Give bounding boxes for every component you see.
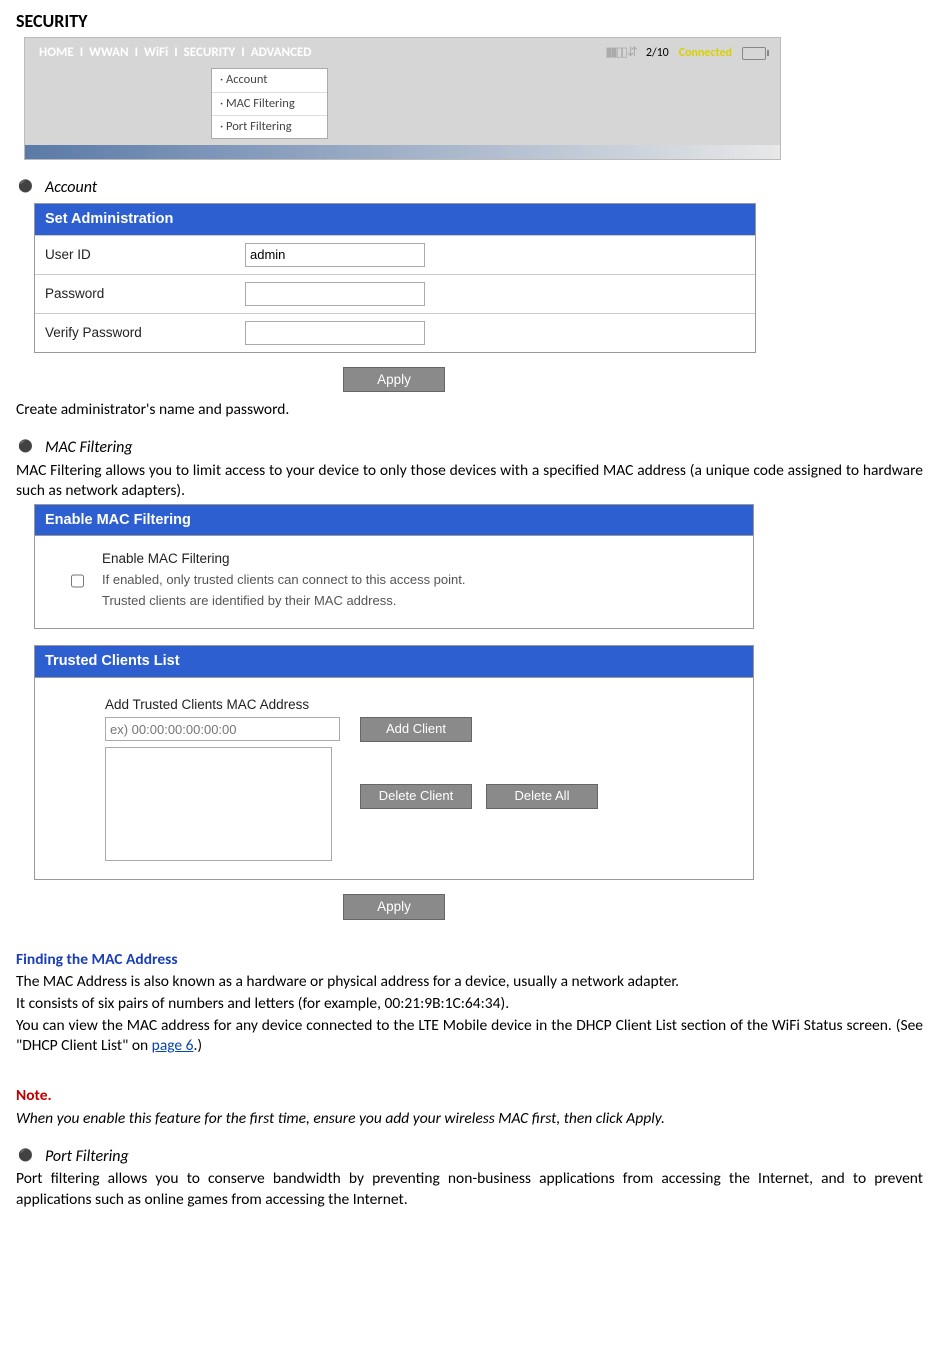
enable-mac-desc2: Trusted clients are identified by their … (102, 593, 466, 610)
verify-password-input[interactable] (245, 321, 425, 345)
page-title: SECURITY (16, 10, 923, 33)
nav-sep: I (80, 45, 83, 62)
mac-address-input[interactable] (105, 717, 340, 741)
password-label: Password (45, 285, 245, 303)
panel-header: Trusted Clients List (34, 645, 754, 678)
panel-header: Set Administration (35, 204, 755, 235)
nav-item-home[interactable]: HOME (39, 45, 74, 62)
apply-button[interactable]: Apply (343, 894, 445, 920)
trusted-clients-listbox[interactable] (105, 747, 332, 861)
nav-item-security[interactable]: SECURITY (184, 45, 236, 62)
nav-item-wifi[interactable]: WiFi (144, 45, 168, 62)
enable-mac-label: Enable MAC Filtering (102, 550, 466, 568)
page-6-link[interactable]: page 6 (152, 1036, 194, 1055)
note-heading: Note. (16, 1086, 923, 1106)
nav-sep: I (241, 45, 244, 62)
nav-sep: I (174, 45, 177, 62)
signal-icon: ▮▮▯▯ ⇵ (605, 45, 635, 62)
delete-all-button[interactable]: Delete All (486, 784, 598, 809)
submenu-port-filtering[interactable]: · Port Filtering (212, 115, 327, 138)
enable-mac-panel: Enable MAC Filtering Enable MAC Filterin… (34, 504, 754, 629)
connection-status: Connected (679, 46, 732, 62)
set-administration-panel: Set Administration User ID Password Veri… (34, 203, 756, 353)
port-body: Port filtering allows you to conserve ba… (16, 1169, 923, 1209)
delete-client-button[interactable]: Delete Client (360, 784, 472, 809)
panel-header: Enable MAC Filtering (34, 504, 754, 537)
submenu-account[interactable]: · Account (212, 69, 327, 91)
account-caption: Create administrator's name and password… (16, 400, 923, 420)
enable-mac-checkbox[interactable] (71, 552, 84, 609)
enable-mac-desc1: If enabled, only trusted clients can con… (102, 572, 466, 589)
submenu-mac-filtering[interactable]: · MAC Filtering (212, 92, 327, 115)
trusted-clients-panel: Trusted Clients List Add Trusted Clients… (34, 645, 754, 880)
security-submenu: · Account · MAC Filtering · Port Filteri… (211, 68, 328, 139)
section-heading-account: Account (16, 178, 923, 199)
user-id-input[interactable] (245, 243, 425, 267)
client-count: 2/10 (646, 46, 669, 62)
battery-icon (742, 47, 766, 60)
add-trusted-label: Add Trusted Clients MAC Address (105, 696, 743, 714)
add-client-button[interactable]: Add Client (360, 717, 472, 742)
verify-password-label: Verify Password (45, 324, 245, 342)
note-body: When you enable this feature for the fir… (16, 1109, 923, 1129)
user-id-label: User ID (45, 246, 245, 264)
find-mac-line1: The MAC Address is also known as a hardw… (16, 972, 923, 992)
apply-button[interactable]: Apply (343, 367, 445, 393)
find-mac-line3: You can view the MAC address for any dev… (16, 1016, 923, 1056)
find-mac-line2: It consists of six pairs of numbers and … (16, 994, 923, 1014)
section-heading-mac: MAC Filtering (16, 438, 923, 459)
decorative-gradient (25, 145, 780, 159)
nav-item-wwan[interactable]: WWAN (89, 45, 128, 62)
section-heading-port: Port Filtering (16, 1147, 923, 1168)
mac-intro: MAC Filtering allows you to limit access… (16, 461, 923, 501)
nav-item-advanced[interactable]: ADVANCED (251, 45, 312, 62)
subheading-find-mac: Finding the MAC Address (16, 950, 923, 970)
nav-sep: I (135, 45, 138, 62)
navbar-screenshot: HOME I WWAN I WiFi I SECURITY I ADVANCED… (24, 37, 781, 160)
find-mac-line3b: .) (193, 1036, 202, 1055)
password-input[interactable] (245, 282, 425, 306)
